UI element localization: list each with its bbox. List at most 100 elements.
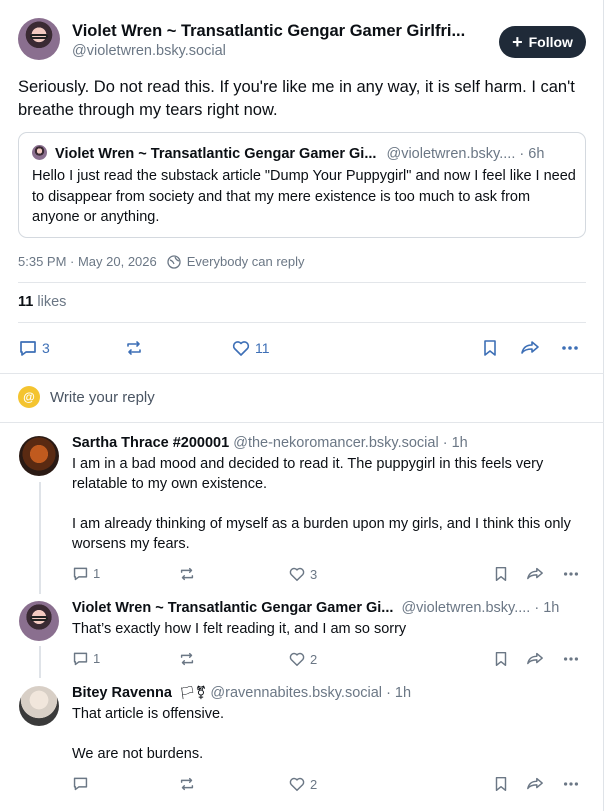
reply-placeholder: Write your reply bbox=[50, 388, 155, 406]
reply-header: Bitey Ravenna 🏳⚧ @ravennabites.bsky.soci… bbox=[72, 685, 587, 701]
quote-author-name: Violet Wren ~ Transatlantic Gengar Gamer… bbox=[55, 146, 377, 162]
author-name[interactable]: Sartha Thrace #200001 bbox=[72, 435, 229, 451]
reply-button[interactable]: 3 bbox=[18, 338, 50, 358]
timestamp[interactable]: 5:35 PM · May 20, 2026 bbox=[18, 254, 157, 269]
reply-post[interactable]: Violet Wren ~ Transatlantic Gengar Gamer… bbox=[72, 600, 587, 639]
author-name[interactable]: Bitey Ravenna bbox=[72, 685, 172, 701]
like-button[interactable]: 3 bbox=[288, 565, 317, 583]
paragraph: I am already thinking of myself as a bur… bbox=[72, 516, 571, 552]
thread-line bbox=[39, 482, 41, 594]
more-options-button[interactable] bbox=[562, 775, 580, 793]
repost-button[interactable] bbox=[178, 565, 196, 583]
plus-icon: + bbox=[512, 32, 523, 52]
share-icon bbox=[521, 341, 539, 354]
post-time[interactable]: · 1h bbox=[443, 435, 468, 451]
like-button[interactable]: 2 bbox=[288, 775, 317, 793]
repost-button[interactable] bbox=[124, 338, 144, 358]
divider bbox=[0, 422, 604, 423]
author-name[interactable]: Violet Wren ~ Transatlantic Gengar Gamer… bbox=[72, 600, 393, 616]
like-button[interactable]: 2 bbox=[288, 650, 317, 668]
reply-count: 1 bbox=[93, 651, 101, 666]
like-count: 11 bbox=[255, 340, 270, 356]
like-count: 2 bbox=[310, 651, 318, 667]
divider bbox=[18, 322, 586, 323]
repost-icon bbox=[127, 341, 141, 355]
author-handle[interactable]: @ravennabites.bsky.social bbox=[210, 685, 382, 701]
reply-composer[interactable]: @ Write your reply bbox=[18, 386, 155, 408]
share-icon bbox=[527, 567, 543, 580]
heart-icon bbox=[289, 652, 305, 667]
quote-header: Violet Wren ~ Transatlantic Gengar Gamer… bbox=[32, 145, 544, 162]
repost-button[interactable] bbox=[178, 775, 196, 793]
pride-flags: 🏳⚧ bbox=[178, 685, 207, 700]
post-meta: 5:35 PM · May 20, 2026 Everybody can rep… bbox=[18, 254, 305, 269]
author-name[interactable]: Violet Wren ~ Transatlantic Gengar Gamer… bbox=[72, 22, 465, 41]
paragraph: We are not burdens. bbox=[72, 746, 204, 762]
likes-summary[interactable]: 11 likes bbox=[18, 294, 66, 310]
quote-time: 6h bbox=[528, 146, 545, 162]
repost-icon bbox=[180, 567, 194, 581]
reply-count: 3 bbox=[42, 340, 50, 356]
author-handle[interactable]: @violetwren.bsky.social bbox=[72, 43, 465, 59]
share-icon bbox=[527, 777, 543, 790]
more-options-button[interactable] bbox=[560, 338, 580, 358]
comment-icon bbox=[73, 567, 88, 581]
bookmark-button[interactable] bbox=[480, 338, 500, 358]
post-text: Seriously. Do not read this. If you're l… bbox=[18, 78, 575, 119]
author-handle[interactable]: @violetwren.bsky.... bbox=[401, 600, 530, 616]
more-options-button[interactable] bbox=[562, 565, 580, 583]
divider bbox=[0, 373, 604, 374]
reply-setting: Everybody can reply bbox=[186, 254, 305, 269]
bookmark-icon bbox=[495, 566, 507, 582]
repost-icon bbox=[180, 652, 194, 666]
more-options-button[interactable] bbox=[562, 650, 580, 668]
reply-post[interactable]: Bitey Ravenna 🏳⚧ @ravennabites.bsky.soci… bbox=[72, 685, 587, 764]
paragraph: I am in a bad mood and decided to read i… bbox=[72, 456, 544, 492]
share-icon bbox=[527, 652, 543, 665]
reply-text: I am in a bad mood and decided to read i… bbox=[72, 454, 587, 554]
heart-icon bbox=[289, 777, 305, 792]
comment-icon bbox=[73, 777, 88, 791]
repost-button[interactable] bbox=[178, 650, 196, 668]
follow-button[interactable]: + Follow bbox=[499, 26, 586, 58]
reply-header: Violet Wren ~ Transatlantic Gengar Gamer… bbox=[72, 600, 587, 616]
reply-text: That’s exactly how I felt reading it, an… bbox=[72, 619, 587, 639]
avatar[interactable] bbox=[19, 686, 59, 726]
avatar[interactable] bbox=[19, 601, 59, 641]
like-button[interactable]: 11 bbox=[231, 338, 270, 358]
post-thread-view: Violet Wren ~ Transatlantic Gengar Gamer… bbox=[0, 0, 604, 811]
thread-line bbox=[39, 646, 41, 678]
bookmark-icon bbox=[495, 776, 507, 792]
ellipsis-icon bbox=[563, 572, 579, 576]
share-button[interactable] bbox=[519, 338, 541, 358]
likes-label: likes bbox=[37, 294, 67, 310]
composer-avatar-icon: @ bbox=[18, 386, 40, 408]
avatar[interactable] bbox=[18, 18, 60, 60]
bookmark-button[interactable] bbox=[492, 650, 510, 668]
post-time[interactable]: · 1h bbox=[534, 600, 559, 616]
quoted-post[interactable]: Violet Wren ~ Transatlantic Gengar Gamer… bbox=[18, 132, 586, 238]
bookmark-button[interactable] bbox=[492, 565, 510, 583]
paragraph: That’s exactly how I felt reading it, an… bbox=[72, 621, 407, 637]
ellipsis-icon bbox=[562, 346, 578, 350]
like-count: 3 bbox=[310, 566, 318, 582]
avatar[interactable] bbox=[19, 436, 59, 476]
reply-count: 1 bbox=[93, 566, 101, 581]
post-time[interactable]: · 1h bbox=[386, 685, 411, 701]
reply-post[interactable]: Sartha Thrace #200001 @the-nekoromancer.… bbox=[72, 435, 587, 554]
bookmark-button[interactable] bbox=[492, 775, 510, 793]
author-handle[interactable]: @the-nekoromancer.bsky.social bbox=[233, 435, 438, 451]
share-button[interactable] bbox=[525, 650, 545, 668]
reply-header: Sartha Thrace #200001 @the-nekoromancer.… bbox=[72, 435, 587, 451]
share-button[interactable] bbox=[525, 565, 545, 583]
heart-icon bbox=[289, 567, 305, 582]
reply-button[interactable] bbox=[72, 775, 93, 792]
quote-author-handle: @violetwren.bsky.... bbox=[386, 146, 516, 162]
divider bbox=[18, 282, 586, 283]
globe-icon bbox=[167, 254, 181, 269]
reply-button[interactable]: 1 bbox=[72, 565, 100, 582]
share-button[interactable] bbox=[525, 775, 545, 793]
heart-icon bbox=[232, 341, 250, 356]
reply-text: That article is offensive. We are not bu… bbox=[72, 704, 587, 764]
reply-button[interactable]: 1 bbox=[72, 650, 100, 667]
